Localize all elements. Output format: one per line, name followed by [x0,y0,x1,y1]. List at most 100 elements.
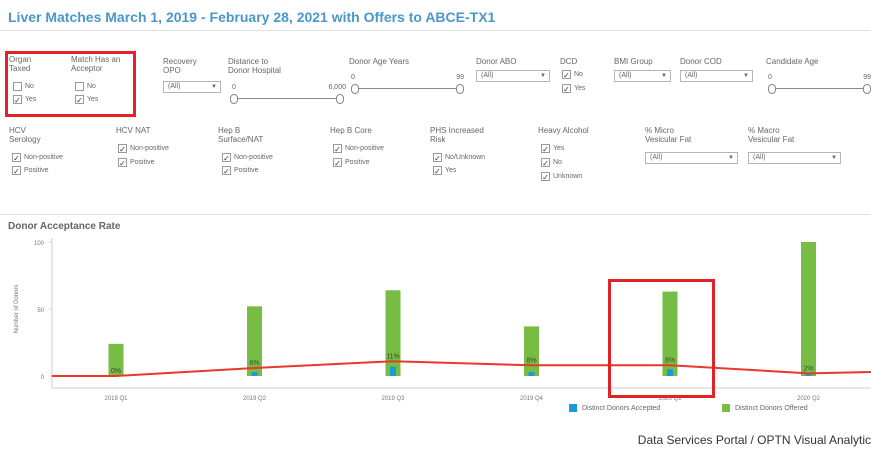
heavy-alcohol-yes[interactable]: ✓ Yes [541,144,564,154]
macro-fat-dropdown[interactable]: (All) ▼ [748,152,841,164]
dcd-no[interactable]: ✓ No [562,70,583,80]
hcv-serology-nonpositive[interactable]: ✓ Non-positive [12,153,63,163]
donor-cod-dropdown[interactable]: (All) ▼ [680,70,753,82]
heavy-alcohol-no[interactable]: ✓ No [541,158,562,168]
phs-risk-label: PHS Increased Risk [430,126,484,144]
micro-fat-dropdown[interactable]: (All) ▼ [645,152,738,164]
y-tick-label: 0 [41,375,45,381]
highlight-box-2020-q1 [608,279,715,398]
candidate-age-label: Candidate Age [766,57,819,66]
title-divider [0,30,871,31]
rate-label: 2% [803,365,813,372]
bmi-group-dropdown[interactable]: (All) ▼ [614,70,671,82]
checkmark-icon: ✓ [541,144,550,154]
recovery-opo-label: Recovery OPO [163,57,197,75]
slider-handle[interactable] [768,84,776,94]
checkmark-icon: ✓ [12,153,21,163]
phs-risk-no-unknown[interactable]: ✓ No/Unknown [433,153,485,163]
checkmark-icon: ✓ [433,153,442,163]
hcv-nat-positive[interactable]: ✓ Positive [118,158,155,168]
bmi-group-label: BMI Group [614,57,653,66]
dcd-label: DCD [560,57,578,66]
checkmark-icon: ✓ [118,144,127,154]
distance-label: Distance to Donor Hospital [228,57,281,75]
highlight-box-filters [5,51,136,117]
donor-age-slider[interactable]: 0 99 [349,74,466,94]
checkmark-icon: ✓ [433,166,442,176]
checkmark-icon: ✓ [562,84,571,94]
macro-fat-label: % Macro Vesicular Fat [748,126,795,144]
hcv-nat-nonpositive[interactable]: ✓ Non-positive [118,144,169,154]
bar-offered [524,326,539,376]
legend-swatch [569,404,577,412]
x-tick-label: 2020 Q2 [797,396,821,402]
rate-line [52,360,871,377]
bar-accepted [390,366,396,376]
slider-handle[interactable] [456,84,464,94]
hepb-nat-label: Hep B Surface/NAT [218,126,264,144]
legend-accepted: Distinct Donors Accepted [569,404,660,412]
checkmark-icon: ✓ [118,158,127,168]
checkmark-icon: ✓ [333,144,342,154]
bar-accepted [251,371,258,376]
dropdown-arrow-icon: ▼ [661,73,667,79]
checkmark-icon: ✓ [541,172,550,182]
slider-handle[interactable] [863,84,871,94]
checkmark-icon: ✓ [222,153,231,163]
bar-accepted [528,371,535,376]
hepb-core-nonpositive[interactable]: ✓ Non-positive [333,144,384,154]
rate-label: 0% [111,368,121,375]
rate-label: 11% [386,353,400,360]
hepb-core-positive[interactable]: ✓ Positive [333,158,370,168]
dropdown-arrow-icon: ▼ [211,84,217,90]
dropdown-arrow-icon: ▼ [540,73,546,79]
dcd-yes[interactable]: ✓ Yes [562,84,585,94]
slider-handle[interactable] [230,94,238,104]
donor-age-label: Donor Age Years [349,57,410,66]
hepb-core-label: Hep B Core [330,126,372,135]
legend-swatch [722,404,730,412]
checkmark-icon: ✓ [562,70,571,80]
bar-offered [801,242,816,376]
hepb-nat-nonpositive[interactable]: ✓ Non-positive [222,153,273,163]
donor-abo-label: Donor ABO [476,57,517,66]
dropdown-arrow-icon: ▼ [728,155,734,161]
recovery-opo-dropdown[interactable]: (All) ▼ [163,81,221,93]
rate-label: 6% [249,360,259,367]
checkmark-icon: ✓ [541,158,550,168]
dropdown-arrow-icon: ▼ [831,155,837,161]
y-tick-label: 50 [37,308,44,314]
x-tick-label: 2019 Q4 [520,396,544,402]
candidate-age-slider[interactable]: 0 99 [766,74,871,94]
slider-handle[interactable] [336,94,344,104]
hepb-nat-positive[interactable]: ✓ Positive [222,166,259,176]
hcv-serology-positive[interactable]: ✓ Positive [12,166,49,176]
heavy-alcohol-label: Heavy Alcohol [538,126,589,135]
slider-handle[interactable] [351,84,359,94]
checkmark-icon: ✓ [12,166,21,176]
x-tick-label: 2019 Q3 [381,396,405,402]
micro-fat-label: % Micro Vesicular Fat [645,126,692,144]
rate-label: 8% [526,357,536,364]
heavy-alcohol-unknown[interactable]: ✓ Unknown [541,172,582,182]
phs-risk-yes[interactable]: ✓ Yes [433,166,456,176]
legend-offered: Distinct Donors Offered [722,404,808,412]
page-title: Liver Matches March 1, 2019 - February 2… [8,9,496,25]
dropdown-arrow-icon: ▼ [743,73,749,79]
donor-cod-label: Donor COD [680,57,722,66]
acceptance-rate-chart: 0 50 100 Number of Donors 2019 Q1 2019 Q2 2019… [14,238,871,402]
y-tick-label: 100 [34,241,45,247]
dashboard-frame: Liver Matches March 1, 2019 - February 2… [0,0,871,430]
bar-offered [385,290,401,376]
chart-divider [0,214,871,215]
hcv-serology-label: HCV Serology [9,126,41,144]
donor-abo-dropdown[interactable]: (All) ▼ [476,70,550,82]
x-tick-label: 2019 Q2 [243,396,267,402]
distance-slider[interactable]: 0 6,000 [228,84,346,104]
x-tick-label: 2019 Q1 [104,396,128,402]
y-axis-label: Number of Donors [14,284,20,333]
hcv-nat-label: HCV NAT [116,126,151,135]
checkmark-icon: ✓ [222,166,231,176]
chart-title: Donor Acceptance Rate [8,221,121,232]
footer-credit: Data Services Portal / OPTN Visual Analy… [637,433,871,447]
